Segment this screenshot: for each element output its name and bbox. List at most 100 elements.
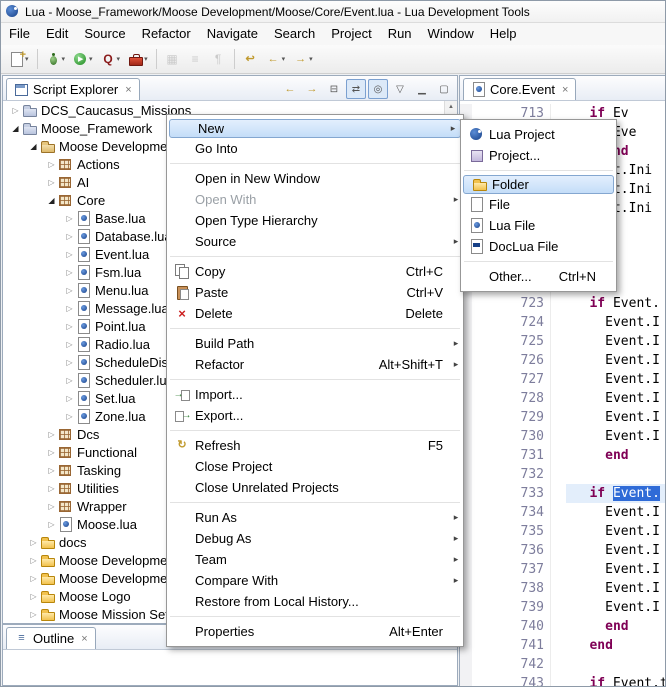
expand-arrow-icon[interactable]: ◢: [9, 124, 22, 133]
expand-arrow-icon[interactable]: ▷: [63, 250, 76, 259]
menubar-item-file[interactable]: File: [1, 23, 38, 45]
expand-arrow-icon[interactable]: ◢: [27, 142, 40, 151]
context-menu-item-open-in-new-window[interactable]: Open in New Window: [167, 168, 463, 189]
expand-arrow-icon[interactable]: ▷: [63, 358, 76, 367]
code-line-726[interactable]: 726 Event.I: [460, 351, 666, 370]
menubar-item-help[interactable]: Help: [482, 23, 525, 45]
new-submenu-item-other[interactable]: Other...Ctrl+N: [461, 266, 616, 287]
external-tools-button[interactable]: ▾: [124, 47, 152, 71]
new-submenu-item-file[interactable]: File: [461, 194, 616, 215]
code-line-737[interactable]: 737 Event.I: [460, 560, 666, 579]
context-menu-item-go-into[interactable]: Go Into: [167, 138, 463, 159]
run-button[interactable]: ▾: [69, 47, 97, 71]
debug-button[interactable]: ▾: [42, 47, 70, 71]
context-menu-item-export[interactable]: Export...: [167, 405, 463, 426]
scroll-up-icon[interactable]: [445, 101, 457, 113]
minimize-button[interactable]: ▁: [412, 79, 432, 99]
context-menu-item-new[interactable]: New▸: [169, 119, 461, 138]
new-submenu-item-lua-project[interactable]: Lua Project: [461, 124, 616, 145]
context-menu-item-build-path[interactable]: Build Path▸: [167, 333, 463, 354]
dropdown-arrow-icon[interactable]: ▾: [144, 55, 148, 63]
code-line-725[interactable]: 725 Event.I: [460, 332, 666, 351]
menubar-item-refactor[interactable]: Refactor: [134, 23, 199, 45]
close-icon[interactable]: [562, 84, 568, 96]
last-edit-location-button[interactable]: ↩: [239, 47, 262, 71]
new-wizard-button[interactable]: ▾: [5, 47, 33, 71]
expand-arrow-icon[interactable]: ▷: [63, 214, 76, 223]
menubar-item-search[interactable]: Search: [266, 23, 323, 45]
expand-arrow-icon[interactable]: ▷: [63, 304, 76, 313]
code-line-735[interactable]: 735 Event.I: [460, 522, 666, 541]
back-button[interactable]: ←▾: [262, 47, 290, 71]
code-line-734[interactable]: 734 Event.I: [460, 503, 666, 522]
menubar-item-project[interactable]: Project: [323, 23, 379, 45]
context-menu-item-properties[interactable]: PropertiesAlt+Enter: [167, 621, 463, 642]
dropdown-arrow-icon[interactable]: ▾: [309, 55, 313, 63]
expand-arrow-icon[interactable]: ▷: [63, 268, 76, 277]
expand-arrow-icon[interactable]: ▷: [63, 286, 76, 295]
context-menu-item-restore-from-local-history[interactable]: Restore from Local History...: [167, 591, 463, 612]
expand-arrow-icon[interactable]: ▷: [9, 106, 22, 115]
link-with-editor-button[interactable]: ⇄: [346, 79, 366, 99]
close-icon[interactable]: [125, 84, 131, 96]
new-submenu-item-folder[interactable]: Folder: [463, 175, 614, 194]
expand-arrow-icon[interactable]: ▷: [45, 484, 58, 493]
code-line-733[interactable]: 733 if Event.: [460, 484, 666, 503]
code-line-727[interactable]: 727 Event.I: [460, 370, 666, 389]
code-line-729[interactable]: 729 Event.I: [460, 408, 666, 427]
close-icon[interactable]: [81, 633, 87, 645]
context-menu-item-close-project[interactable]: Close Project: [167, 456, 463, 477]
dropdown-arrow-icon[interactable]: ▾: [62, 55, 66, 63]
code-line-730[interactable]: 730 Event.I: [460, 427, 666, 446]
code-line-731[interactable]: 731 end: [460, 446, 666, 465]
expand-arrow-icon[interactable]: ▷: [27, 592, 40, 601]
code-line-736[interactable]: 736 Event.I: [460, 541, 666, 560]
forward-button[interactable]: →: [302, 79, 322, 99]
context-menu-item-open-type-hierarchy[interactable]: Open Type Hierarchy: [167, 210, 463, 231]
expand-arrow-icon[interactable]: ▷: [27, 610, 40, 619]
context-menu-item-refresh[interactable]: ↻RefreshF5: [167, 435, 463, 456]
expand-arrow-icon[interactable]: ▷: [63, 232, 76, 241]
code-line-724[interactable]: 724 Event.I: [460, 313, 666, 332]
expand-arrow-icon[interactable]: ▷: [45, 448, 58, 457]
context-menu-item-import[interactable]: Import...: [167, 384, 463, 405]
menubar-item-run[interactable]: Run: [380, 23, 420, 45]
code-line-732[interactable]: 732: [460, 465, 666, 484]
context-menu-item-run-as[interactable]: Run As▸: [167, 507, 463, 528]
menubar-item-window[interactable]: Window: [420, 23, 482, 45]
menubar-item-edit[interactable]: Edit: [38, 23, 76, 45]
script-explorer-tab[interactable]: Script Explorer: [6, 78, 140, 100]
context-menu-item-team[interactable]: Team▸: [167, 549, 463, 570]
expand-arrow-icon[interactable]: ▷: [63, 322, 76, 331]
context-menu-item-delete[interactable]: ×DeleteDelete: [167, 303, 463, 324]
expand-arrow-icon[interactable]: ▷: [27, 538, 40, 547]
context-menu-item-copy[interactable]: CopyCtrl+C: [167, 261, 463, 282]
maximize-button[interactable]: ▢: [434, 79, 454, 99]
expand-arrow-icon[interactable]: ▷: [27, 574, 40, 583]
code-line-741[interactable]: 741 end: [460, 636, 666, 655]
code-line-739[interactable]: 739 Event.I: [460, 598, 666, 617]
dropdown-arrow-icon[interactable]: ▾: [282, 55, 286, 63]
menubar-item-source[interactable]: Source: [76, 23, 133, 45]
menubar-item-navigate[interactable]: Navigate: [199, 23, 266, 45]
expand-arrow-icon[interactable]: ▷: [45, 520, 58, 529]
expand-arrow-icon[interactable]: ▷: [63, 340, 76, 349]
editor-tab[interactable]: Core.Event: [463, 78, 576, 100]
context-menu-item-source[interactable]: Source▸: [167, 231, 463, 252]
expand-arrow-icon[interactable]: ◢: [45, 196, 58, 205]
new-submenu-item-doclua-file[interactable]: DocLua File: [461, 236, 616, 257]
code-line-728[interactable]: 728 Event.I: [460, 389, 666, 408]
code-line-738[interactable]: 738 Event.I: [460, 579, 666, 598]
context-menu-item-compare-with[interactable]: Compare With▸: [167, 570, 463, 591]
expand-arrow-icon[interactable]: ▷: [45, 160, 58, 169]
new-submenu-item-lua-file[interactable]: Lua File: [461, 215, 616, 236]
code-line-723[interactable]: 723 if Event.: [460, 294, 666, 313]
context-menu-item-close-unrelated-projects[interactable]: Close Unrelated Projects: [167, 477, 463, 498]
expand-arrow-icon[interactable]: ▷: [63, 376, 76, 385]
expand-arrow-icon[interactable]: ▷: [45, 178, 58, 187]
expand-arrow-icon[interactable]: ▷: [63, 412, 76, 421]
context-menu-item-debug-as[interactable]: Debug As▸: [167, 528, 463, 549]
code-line-740[interactable]: 740 end: [460, 617, 666, 636]
expand-arrow-icon[interactable]: ▷: [63, 394, 76, 403]
forward-button[interactable]: →▾: [289, 47, 317, 71]
